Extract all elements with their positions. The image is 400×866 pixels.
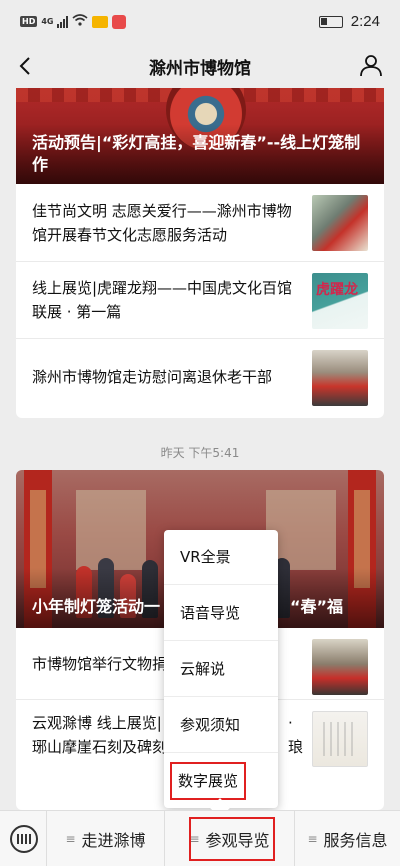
menu-lines-icon: ≡	[65, 832, 76, 846]
menu-item-visit-notice[interactable]: 参观须知	[164, 696, 278, 752]
list-item-title: 线上展览|虎躍龙翔——中国虎文化百馆联展 · 第一篇	[32, 279, 293, 321]
nav-bar: 滁州市博物馆	[0, 44, 400, 88]
status-right: 2:24	[318, 13, 380, 30]
list-item[interactable]: 佳节尚文明 志愿关爱行——滁州市博物馆开展春节文化志愿服务活动	[16, 184, 384, 261]
thumbnail-text: 虎躍龙	[316, 282, 358, 298]
network-type: 4G	[41, 17, 54, 26]
tab-about-museum[interactable]: ≡ 走进滁博	[46, 811, 164, 866]
news-list: 佳节尚文明 志愿关爱行——滁州市博物馆开展春节文化志愿服务活动 线上展览|虎躍龙…	[16, 184, 384, 415]
submenu-popup: VR全景 语音导览 云解说 参观须知 数字展览	[164, 530, 278, 818]
bottom-menu-bar: ≡ 走进滁博 ≡ 参观导览 ≡ 服务信息	[0, 810, 400, 866]
list-item-thumbnail	[312, 639, 368, 695]
mail-notification-icon	[92, 15, 109, 28]
article-card-1: 活动预告|“彩灯高挂，喜迎新春”--线上灯笼制作 佳节尚文明 志愿关爱行——滁州…	[16, 88, 384, 418]
tab-visit-guide[interactable]: ≡ 参观导览	[164, 811, 294, 866]
hd-badge: HD	[20, 16, 38, 27]
menu-item-vr-panorama[interactable]: VR全景	[164, 530, 278, 584]
app-notification-icon	[112, 14, 127, 29]
list-item[interactable]: 滁州市博物馆走访慰问离退休老干部	[16, 338, 384, 415]
highlight-box	[189, 817, 275, 861]
list-item-thumbnail	[312, 195, 368, 251]
battery-icon	[318, 15, 343, 28]
page-title: 滁州市博物馆	[149, 59, 251, 79]
status-left: HD 4G	[20, 14, 127, 29]
tab-label: 服务信息	[323, 831, 388, 850]
list-item[interactable]: 线上展览|虎躍龙翔——中国虎文化百馆联展 · 第一篇 虎躍龙	[16, 261, 384, 338]
hero-article-1[interactable]: 活动预告|“彩灯高挂，喜迎新春”--线上灯笼制作	[16, 88, 384, 184]
list-item-thumbnail: 虎躍龙	[312, 273, 368, 329]
message-timestamp: 昨天 下午5:41	[160, 446, 240, 460]
back-icon[interactable]	[12, 52, 40, 80]
list-item-thumbnail	[312, 350, 368, 406]
menu-item-cloud-commentary[interactable]: 云解说	[164, 640, 278, 696]
tab-service-info[interactable]: ≡ 服务信息	[294, 811, 400, 866]
list-item-title: 滁州市博物馆走访慰问离退休老干部	[32, 368, 273, 386]
keyboard-icon[interactable]	[10, 825, 38, 853]
list-item-thumbnail	[312, 711, 368, 767]
wifi-icon	[72, 14, 89, 29]
clock: 2:24	[350, 13, 380, 30]
list-item-title: 佳节尚文明 志愿关爱行——滁州市博物馆开展春节文化志愿服务活动	[32, 201, 292, 244]
menu-lines-icon: ≡	[307, 832, 318, 846]
status-bar: HD 4G 2:24	[0, 0, 400, 44]
tab-label: 走进滁博	[81, 831, 146, 850]
signal-icon	[57, 15, 69, 28]
hero-title: 活动预告|“彩灯高挂，喜迎新春”--线上灯笼制作	[32, 133, 361, 174]
menu-item-audio-guide[interactable]: 语音导览	[164, 584, 278, 640]
user-icon[interactable]	[358, 52, 384, 78]
